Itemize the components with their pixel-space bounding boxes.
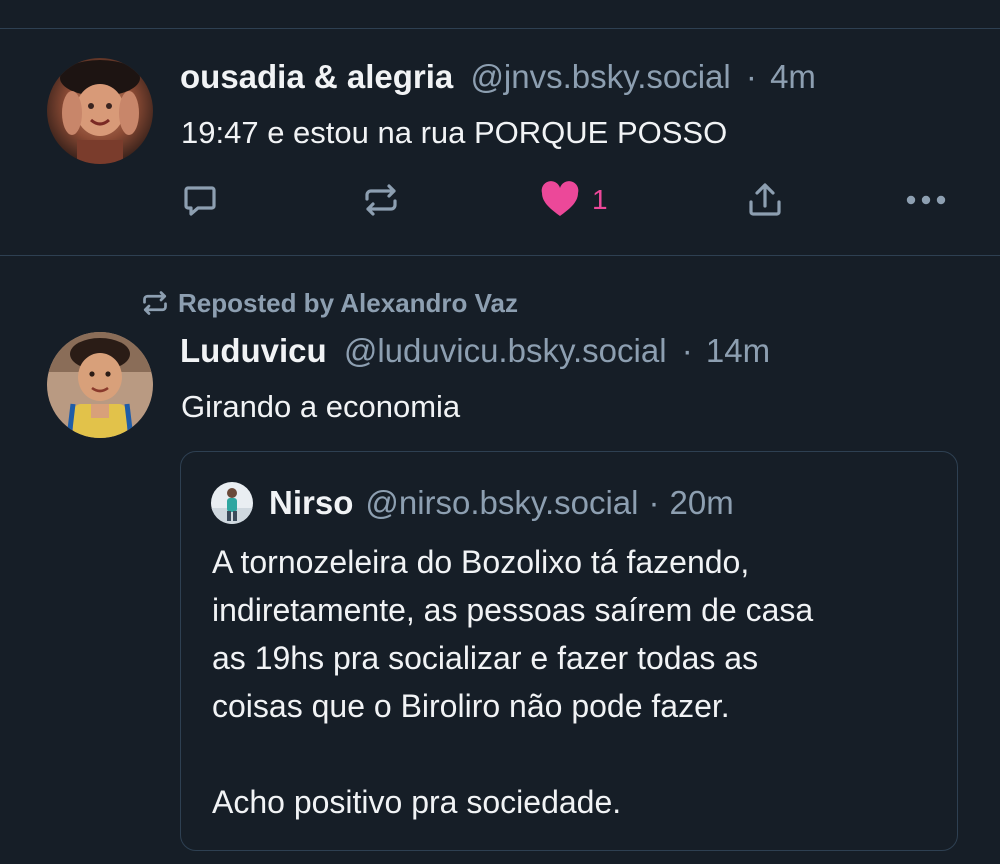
reply-button[interactable] — [176, 176, 224, 224]
quote-text-line: A tornozeleira do Bozolixo tá fazendo, — [212, 544, 750, 580]
repost-button[interactable] — [357, 176, 405, 224]
repost-indicator[interactable]: Reposted by Alexandro Vaz — [140, 283, 518, 323]
post-header: Luduvicu @luduvicu.bsky.social · 14m — [180, 331, 770, 371]
quote-text-line: indiretamente, as pessoas saírem de casa — [212, 592, 814, 628]
separator-dot: · — [648, 484, 660, 521]
quote-text-line: coisas que o Biroliro não pode fazer. — [212, 688, 730, 724]
repost-icon — [365, 184, 397, 216]
post-time[interactable]: 4m — [770, 58, 816, 95]
post-time[interactable]: 14m — [706, 332, 770, 369]
like-count: 1 — [592, 184, 608, 215]
post-header: ousadia & alegria @jnvs.bsky.social · 4m — [180, 57, 816, 97]
reposted-by-text: Reposted by Alexandro Vaz — [178, 287, 519, 318]
quoted-post[interactable]: Nirso @nirso.bsky.social · 20m A tornoze… — [180, 451, 958, 851]
top-divider — [0, 28, 1000, 29]
avatar-luduvicu-image — [47, 332, 153, 438]
quote-text-last-line: Acho positivo pra sociedade. — [212, 784, 622, 820]
author-handle[interactable]: @luduvicu.bsky.social — [344, 332, 667, 369]
author-handle[interactable]: @jnvs.bsky.social — [470, 58, 730, 95]
quote-author-name[interactable]: Nirso — [269, 484, 353, 522]
quote-author-handle[interactable]: @nirso.bsky.social — [365, 484, 638, 522]
like-button[interactable]: 1 — [540, 178, 630, 222]
avatar-ousadia-image — [47, 58, 153, 164]
quote-header: Nirso @nirso.bsky.social · 20m — [211, 482, 734, 524]
avatar-luduvicu[interactable] — [47, 332, 153, 438]
repost-icon — [143, 291, 167, 315]
post-text: Girando a economia — [181, 389, 461, 424]
separator-dot: · — [681, 332, 693, 369]
avatar-nirso-image — [211, 482, 253, 524]
separator-dot: · — [745, 58, 757, 95]
more-icon — [906, 195, 946, 205]
post-text: 19:47 e estou na rua PORQUE POSSO — [181, 115, 728, 150]
reply-icon — [184, 186, 216, 216]
share-button[interactable] — [741, 176, 789, 224]
quote-text-line: as 19hs pra socializar e fazer todas as — [212, 640, 759, 676]
quote-time[interactable]: 20m — [670, 484, 734, 522]
share-icon — [749, 183, 781, 216]
post-divider — [0, 255, 1000, 256]
author-name[interactable]: ousadia & alegria — [180, 58, 453, 95]
more-options-button[interactable] — [900, 180, 952, 220]
avatar-ousadia[interactable] — [47, 58, 153, 164]
avatar-nirso[interactable] — [211, 482, 253, 524]
heart-icon — [541, 181, 579, 216]
author-name[interactable]: Luduvicu — [180, 332, 327, 369]
quote-text: A tornozeleira do Bozolixo tá fazendo, i… — [212, 538, 942, 826]
